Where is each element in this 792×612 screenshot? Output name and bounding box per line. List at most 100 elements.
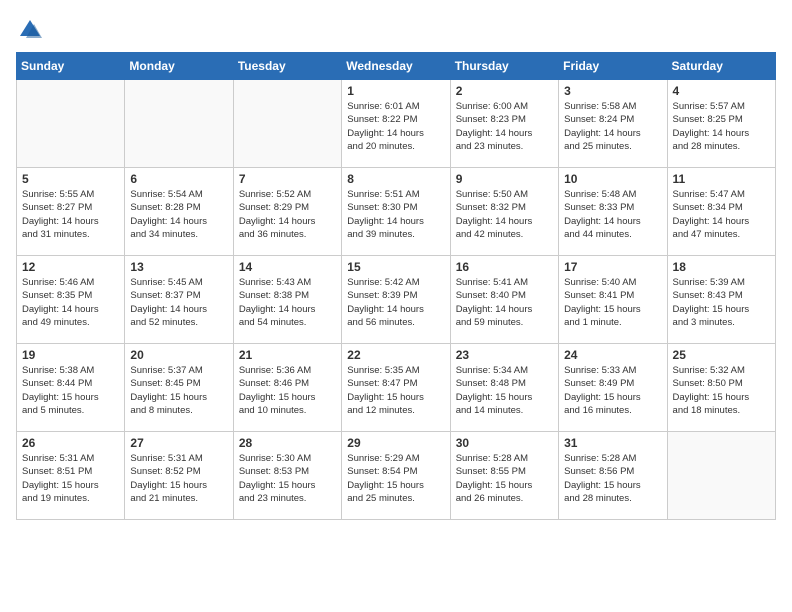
calendar-day-14: 14 Sunrise: 5:43 AM Sunset: 8:38 PM Dayli… [233,256,341,344]
calendar-day-27: 27 Sunrise: 5:31 AM Sunset: 8:52 PM Dayli… [125,432,233,520]
day-info: Sunrise: 5:30 AM Sunset: 8:53 PM Dayligh… [239,452,336,505]
day-number: 28 [239,436,336,450]
day-info: Sunrise: 5:36 AM Sunset: 8:46 PM Dayligh… [239,364,336,417]
day-header-monday: Monday [125,53,233,80]
calendar-day-21: 21 Sunrise: 5:36 AM Sunset: 8:46 PM Dayli… [233,344,341,432]
day-number: 16 [456,260,553,274]
day-info: Sunrise: 5:34 AM Sunset: 8:48 PM Dayligh… [456,364,553,417]
day-number: 4 [673,84,770,98]
calendar-day-31: 31Sunrise: 5:28 AM Sunset: 8:56 PM Dayli… [559,432,667,520]
day-header-thursday: Thursday [450,53,558,80]
day-number: 17 [564,260,661,274]
calendar-day-9: 9 Sunrise: 5:50 AM Sunset: 8:32 PM Daylig… [450,168,558,256]
calendar-day-16: 16 Sunrise: 5:41 AM Sunset: 8:40 PM Dayli… [450,256,558,344]
day-info: Sunrise: 5:31 AM Sunset: 8:52 PM Dayligh… [130,452,227,505]
day-number: 9 [456,172,553,186]
calendar-day-22: 22 Sunrise: 5:35 AM Sunset: 8:47 PM Dayli… [342,344,450,432]
calendar-day-3: 3 Sunrise: 5:58 AM Sunset: 8:24 PM Daylig… [559,80,667,168]
day-number: 13 [130,260,227,274]
day-info: Sunrise: 5:28 AM Sunset: 8:55 PM Dayligh… [456,452,553,505]
day-info: Sunrise: 5:57 AM Sunset: 8:25 PM Dayligh… [673,100,770,153]
day-info: Sunrise: 5:37 AM Sunset: 8:45 PM Dayligh… [130,364,227,417]
day-number: 8 [347,172,444,186]
day-number: 29 [347,436,444,450]
day-info: Sunrise: 5:46 AM Sunset: 8:35 PM Dayligh… [22,276,119,329]
day-info: Sunrise: 5:43 AM Sunset: 8:38 PM Dayligh… [239,276,336,329]
calendar-day-11: 11Sunrise: 5:47 AM Sunset: 8:34 PM Dayli… [667,168,775,256]
calendar-day-1: 1 Sunrise: 6:01 AM Sunset: 8:22 PM Daylig… [342,80,450,168]
day-info: Sunrise: 5:54 AM Sunset: 8:28 PM Dayligh… [130,188,227,241]
day-info: Sunrise: 5:55 AM Sunset: 8:27 PM Dayligh… [22,188,119,241]
calendar-day-7: 7 Sunrise: 5:52 AM Sunset: 8:29 PM Daylig… [233,168,341,256]
day-number: 22 [347,348,444,362]
calendar-day-23: 23 Sunrise: 5:34 AM Sunset: 8:48 PM Dayli… [450,344,558,432]
calendar-day-4: 4 Sunrise: 5:57 AM Sunset: 8:25 PM Daylig… [667,80,775,168]
calendar-day-15: 15 Sunrise: 5:42 AM Sunset: 8:39 PM Dayli… [342,256,450,344]
calendar-day-8: 8Sunrise: 5:51 AM Sunset: 8:30 PM Daylig… [342,168,450,256]
day-number: 30 [456,436,553,450]
calendar-header-row: SundayMondayTuesdayWednesdayThursdayFrid… [17,53,776,80]
day-number: 14 [239,260,336,274]
calendar-day-12: 12 Sunrise: 5:46 AM Sunset: 8:35 PM Dayli… [17,256,125,344]
calendar-day-2: 2Sunrise: 6:00 AM Sunset: 8:23 PM Daylig… [450,80,558,168]
day-number: 3 [564,84,661,98]
day-info: Sunrise: 5:29 AM Sunset: 8:54 PM Dayligh… [347,452,444,505]
logo [16,16,48,44]
day-info: Sunrise: 5:39 AM Sunset: 8:43 PM Dayligh… [673,276,770,329]
day-header-wednesday: Wednesday [342,53,450,80]
day-header-saturday: Saturday [667,53,775,80]
day-info: Sunrise: 5:52 AM Sunset: 8:29 PM Dayligh… [239,188,336,241]
day-header-tuesday: Tuesday [233,53,341,80]
calendar-empty-cell [17,80,125,168]
calendar-day-28: 28 Sunrise: 5:30 AM Sunset: 8:53 PM Dayli… [233,432,341,520]
page-header [16,16,776,44]
day-info: Sunrise: 5:35 AM Sunset: 8:47 PM Dayligh… [347,364,444,417]
day-number: 21 [239,348,336,362]
day-info: Sunrise: 5:48 AM Sunset: 8:33 PM Dayligh… [564,188,661,241]
day-info: Sunrise: 5:42 AM Sunset: 8:39 PM Dayligh… [347,276,444,329]
calendar-week-row: 1 Sunrise: 6:01 AM Sunset: 8:22 PM Daylig… [17,80,776,168]
day-number: 5 [22,172,119,186]
day-number: 27 [130,436,227,450]
calendar-week-row: 5 Sunrise: 5:55 AM Sunset: 8:27 PM Daylig… [17,168,776,256]
day-info: Sunrise: 5:45 AM Sunset: 8:37 PM Dayligh… [130,276,227,329]
calendar-empty-cell [125,80,233,168]
day-info: Sunrise: 6:01 AM Sunset: 8:22 PM Dayligh… [347,100,444,153]
day-number: 26 [22,436,119,450]
day-info: Sunrise: 6:00 AM Sunset: 8:23 PM Dayligh… [456,100,553,153]
calendar-day-18: 18Sunrise: 5:39 AM Sunset: 8:43 PM Dayli… [667,256,775,344]
day-info: Sunrise: 5:33 AM Sunset: 8:49 PM Dayligh… [564,364,661,417]
calendar-week-row: 12 Sunrise: 5:46 AM Sunset: 8:35 PM Dayli… [17,256,776,344]
day-number: 20 [130,348,227,362]
day-number: 19 [22,348,119,362]
calendar-week-row: 19 Sunrise: 5:38 AM Sunset: 8:44 PM Dayli… [17,344,776,432]
day-number: 15 [347,260,444,274]
day-number: 23 [456,348,553,362]
calendar-day-5: 5 Sunrise: 5:55 AM Sunset: 8:27 PM Daylig… [17,168,125,256]
day-info: Sunrise: 5:58 AM Sunset: 8:24 PM Dayligh… [564,100,661,153]
day-number: 24 [564,348,661,362]
day-number: 10 [564,172,661,186]
day-header-friday: Friday [559,53,667,80]
calendar-day-10: 10 Sunrise: 5:48 AM Sunset: 8:33 PM Dayli… [559,168,667,256]
day-number: 1 [347,84,444,98]
calendar-day-13: 13 Sunrise: 5:45 AM Sunset: 8:37 PM Dayli… [125,256,233,344]
day-info: Sunrise: 5:50 AM Sunset: 8:32 PM Dayligh… [456,188,553,241]
calendar-week-row: 26 Sunrise: 5:31 AM Sunset: 8:51 PM Dayli… [17,432,776,520]
day-number: 11 [673,172,770,186]
calendar-day-24: 24 Sunrise: 5:33 AM Sunset: 8:49 PM Dayli… [559,344,667,432]
day-info: Sunrise: 5:38 AM Sunset: 8:44 PM Dayligh… [22,364,119,417]
calendar-day-29: 29 Sunrise: 5:29 AM Sunset: 8:54 PM Dayli… [342,432,450,520]
calendar-day-25: 25Sunrise: 5:32 AM Sunset: 8:50 PM Dayli… [667,344,775,432]
day-number: 31 [564,436,661,450]
calendar-table: SundayMondayTuesdayWednesdayThursdayFrid… [16,52,776,520]
day-number: 7 [239,172,336,186]
day-number: 12 [22,260,119,274]
day-info: Sunrise: 5:32 AM Sunset: 8:50 PM Dayligh… [673,364,770,417]
day-header-sunday: Sunday [17,53,125,80]
day-info: Sunrise: 5:40 AM Sunset: 8:41 PM Dayligh… [564,276,661,329]
calendar-empty-cell [667,432,775,520]
day-info: Sunrise: 5:31 AM Sunset: 8:51 PM Dayligh… [22,452,119,505]
day-number: 6 [130,172,227,186]
day-info: Sunrise: 5:41 AM Sunset: 8:40 PM Dayligh… [456,276,553,329]
